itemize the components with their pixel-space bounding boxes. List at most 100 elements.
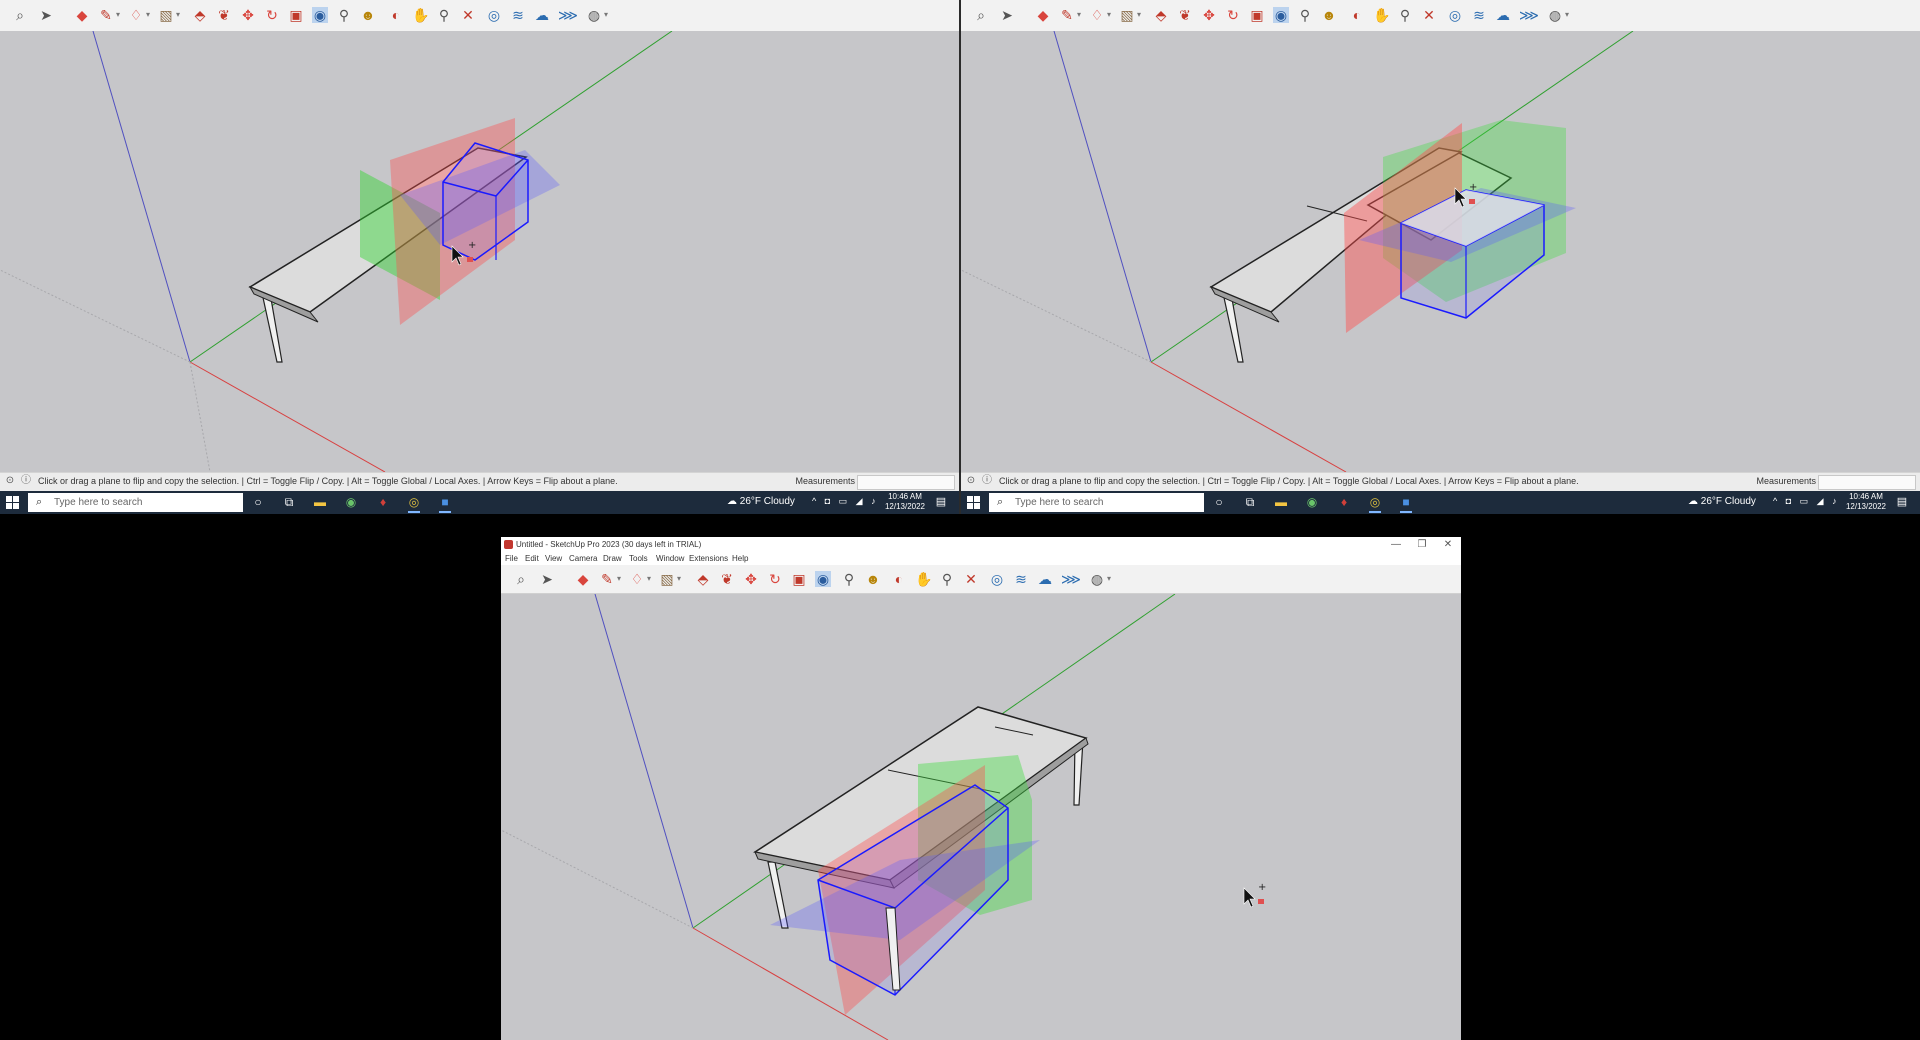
- pencil-icon[interactable]: ✎: [599, 571, 615, 587]
- measurements-field[interactable]: [1818, 475, 1916, 490]
- eraser-icon[interactable]: ◆: [74, 7, 90, 23]
- chevron-down-icon[interactable]: ▾: [617, 573, 625, 585]
- paint-icon[interactable]: ▧: [158, 7, 174, 23]
- flip-icon[interactable]: ❦: [719, 571, 735, 587]
- app-icon[interactable]: ♦: [1336, 495, 1352, 510]
- weather-widget[interactable]: ☁ 26°F Cloudy: [727, 496, 795, 507]
- menu-window[interactable]: Window: [656, 554, 684, 563]
- minimize-button[interactable]: —: [1383, 537, 1409, 552]
- windows-start-icon[interactable]: [967, 496, 980, 509]
- scale-icon[interactable]: ▣: [1249, 7, 1265, 23]
- extension-icon[interactable]: ✋: [915, 571, 932, 587]
- menu-file[interactable]: File: [505, 554, 518, 563]
- menu-view[interactable]: View: [545, 554, 562, 563]
- info-icon[interactable]: ⓘ: [981, 475, 993, 487]
- move-icon[interactable]: ✥: [1201, 7, 1217, 23]
- file-explorer-icon[interactable]: ▬: [312, 495, 328, 510]
- flip-icon[interactable]: ❦: [216, 7, 232, 23]
- orbit-icon[interactable]: ◉: [312, 7, 328, 23]
- scale-icon[interactable]: ▣: [791, 571, 807, 587]
- select-icon[interactable]: ➤: [999, 7, 1015, 23]
- zoom-icon[interactable]: ⌕: [12, 7, 28, 23]
- menu-draw[interactable]: Draw: [603, 554, 622, 563]
- menu-edit[interactable]: Edit: [525, 554, 539, 563]
- app-icon[interactable]: ♦: [375, 495, 391, 510]
- export-icon[interactable]: ⋙: [1519, 7, 1539, 23]
- help-icon[interactable]: ◍: [1089, 571, 1105, 587]
- model-viewport[interactable]: +: [501, 593, 1461, 1040]
- move-icon[interactable]: ✥: [743, 571, 759, 587]
- chevron-down-icon[interactable]: ▾: [1137, 9, 1145, 21]
- zoom-extents-icon[interactable]: ✕: [460, 7, 476, 23]
- geo-location-icon[interactable]: ⊙: [4, 475, 16, 487]
- notification-icon[interactable]: ▤: [934, 496, 948, 509]
- paint-icon[interactable]: ▧: [659, 571, 675, 587]
- lasso-icon[interactable]: ♢: [629, 571, 645, 587]
- restore-button[interactable]: ❐: [1409, 537, 1435, 552]
- pushpull-icon[interactable]: ⬘: [1153, 7, 1169, 23]
- select-icon[interactable]: ➤: [539, 571, 555, 587]
- zoom-icon[interactable]: ⌕: [973, 7, 989, 23]
- zoom-window-icon[interactable]: ⚲: [436, 7, 452, 23]
- orbit-icon[interactable]: ◉: [1273, 7, 1289, 23]
- chevron-down-icon[interactable]: ▾: [1107, 9, 1115, 21]
- chevron-down-icon[interactable]: ▾: [1565, 9, 1573, 21]
- system-tray-icons[interactable]: ^ ◘ ▭ ◢ ♪: [812, 496, 879, 507]
- menu-tools[interactable]: Tools: [629, 554, 648, 563]
- sketchup-taskbar-icon[interactable]: ■: [437, 495, 453, 513]
- dynamic-icon[interactable]: ≋: [1471, 7, 1487, 23]
- menu-camera[interactable]: Camera: [569, 554, 597, 563]
- model-viewport[interactable]: +: [961, 31, 1920, 472]
- tape-icon[interactable]: ⚲: [336, 7, 352, 23]
- task-view-icon[interactable]: ⧉: [281, 495, 297, 510]
- pushpull-icon[interactable]: ⬘: [192, 7, 208, 23]
- tape-icon[interactable]: ⚲: [841, 571, 857, 587]
- shield-icon[interactable]: ◐: [388, 7, 404, 23]
- extension-icon[interactable]: ✋: [1373, 7, 1390, 23]
- scale-icon[interactable]: ▣: [288, 7, 304, 23]
- task-view-icon[interactable]: ⧉: [1242, 495, 1258, 510]
- info-icon[interactable]: ⓘ: [20, 475, 32, 487]
- menu-extensions[interactable]: Extensions: [689, 554, 728, 563]
- notification-icon[interactable]: ▤: [1895, 496, 1909, 509]
- move-icon[interactable]: ✥: [240, 7, 256, 23]
- chevron-down-icon[interactable]: ▾: [176, 9, 184, 21]
- browser-icon[interactable]: ◉: [343, 495, 359, 510]
- chevron-down-icon[interactable]: ▾: [1077, 9, 1085, 21]
- eraser-icon[interactable]: ◆: [1035, 7, 1051, 23]
- zoom-icon[interactable]: ⌕: [513, 571, 529, 587]
- lasso-icon[interactable]: ♢: [128, 7, 144, 23]
- layer-icon[interactable]: ◎: [486, 7, 502, 23]
- file-explorer-icon[interactable]: ▬: [1273, 495, 1289, 510]
- cortana-icon[interactable]: ○: [1211, 495, 1227, 510]
- flip-icon[interactable]: ❦: [1177, 7, 1193, 23]
- model-viewport[interactable]: +: [0, 31, 959, 472]
- walk-icon[interactable]: ☻: [1321, 7, 1337, 23]
- chevron-down-icon[interactable]: ▾: [116, 9, 124, 21]
- shield-icon[interactable]: ◐: [1349, 7, 1365, 23]
- export-icon[interactable]: ⋙: [1061, 571, 1081, 587]
- select-icon[interactable]: ➤: [38, 7, 54, 23]
- rotate-icon[interactable]: ↻: [1225, 7, 1241, 23]
- zoom-window-icon[interactable]: ⚲: [1397, 7, 1413, 23]
- pencil-icon[interactable]: ✎: [98, 7, 114, 23]
- menu-help[interactable]: Help: [732, 554, 748, 563]
- taskbar-search-box[interactable]: ⌕ Type here to search: [28, 493, 243, 512]
- chrome-icon[interactable]: ◎: [406, 495, 422, 513]
- eraser-icon[interactable]: ◆: [575, 571, 591, 587]
- measurements-field[interactable]: [857, 475, 955, 490]
- paint-icon[interactable]: ▧: [1119, 7, 1135, 23]
- walk-icon[interactable]: ☻: [360, 7, 376, 23]
- chevron-down-icon[interactable]: ▾: [647, 573, 655, 585]
- rotate-icon[interactable]: ↻: [767, 571, 783, 587]
- taskbar-clock[interactable]: 10:46 AM 12/13/2022: [1838, 492, 1894, 512]
- chevron-down-icon[interactable]: ▾: [604, 9, 612, 21]
- weather-widget[interactable]: ☁ 26°F Cloudy: [1688, 496, 1756, 507]
- taskbar-search-box[interactable]: ⌕ Type here to search: [989, 493, 1204, 512]
- cortana-icon[interactable]: ○: [250, 495, 266, 510]
- shield-icon[interactable]: ◐: [891, 571, 907, 587]
- window-titlebar[interactable]: Untitled - SketchUp Pro 2023 (30 days le…: [501, 537, 1461, 552]
- chevron-down-icon[interactable]: ▾: [146, 9, 154, 21]
- close-button[interactable]: ✕: [1435, 537, 1461, 552]
- pencil-icon[interactable]: ✎: [1059, 7, 1075, 23]
